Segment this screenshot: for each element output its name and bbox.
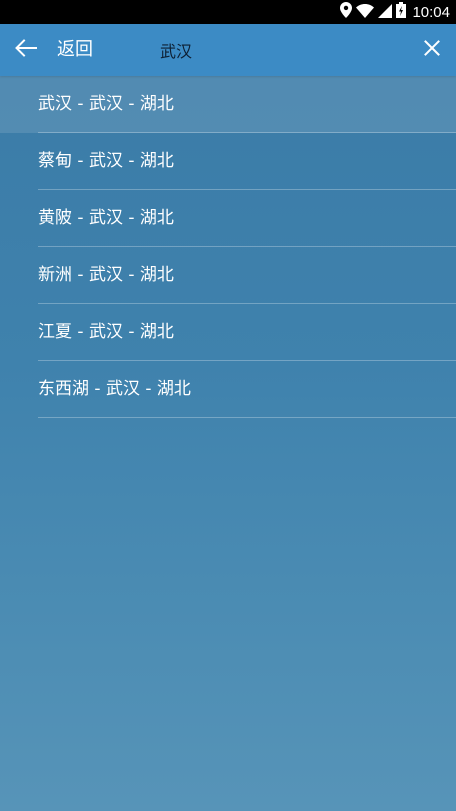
back-button[interactable] [10, 34, 42, 66]
result-item-label: 黄陂 - 武汉 - 湖北 [38, 208, 174, 228]
location-icon [340, 2, 353, 22]
wifi-icon [356, 3, 375, 22]
clear-button[interactable] [416, 34, 448, 66]
status-bar: 10:04 [0, 0, 456, 24]
battery-icon [396, 2, 407, 22]
status-time: 10:04 [412, 3, 450, 21]
back-label[interactable]: 返回 [57, 24, 93, 76]
result-list: 武汉 - 武汉 - 湖北 蔡甸 - 武汉 - 湖北 黄陂 - 武汉 - 湖北 新… [0, 76, 456, 418]
search-input[interactable] [160, 33, 410, 67]
divider [38, 417, 456, 418]
close-icon [424, 40, 440, 60]
status-icons: 10:04 [340, 0, 450, 24]
result-item-label: 武汉 - 武汉 - 湖北 [38, 94, 174, 114]
result-item[interactable]: 江夏 - 武汉 - 湖北 [0, 304, 456, 361]
arrow-left-icon [15, 39, 37, 61]
result-item[interactable]: 东西湖 - 武汉 - 湖北 [0, 361, 456, 418]
signal-icon [378, 3, 393, 22]
result-item[interactable]: 蔡甸 - 武汉 - 湖北 [0, 133, 456, 190]
result-item-label: 东西湖 - 武汉 - 湖北 [38, 379, 191, 399]
result-item[interactable]: 武汉 - 武汉 - 湖北 [0, 76, 456, 133]
result-item-label: 江夏 - 武汉 - 湖北 [38, 322, 174, 342]
result-item[interactable]: 新洲 - 武汉 - 湖北 [0, 247, 456, 304]
toolbar: 返回 [0, 24, 456, 76]
result-item-label: 蔡甸 - 武汉 - 湖北 [38, 151, 174, 171]
result-item-label: 新洲 - 武汉 - 湖北 [38, 265, 174, 285]
result-item[interactable]: 黄陂 - 武汉 - 湖北 [0, 190, 456, 247]
